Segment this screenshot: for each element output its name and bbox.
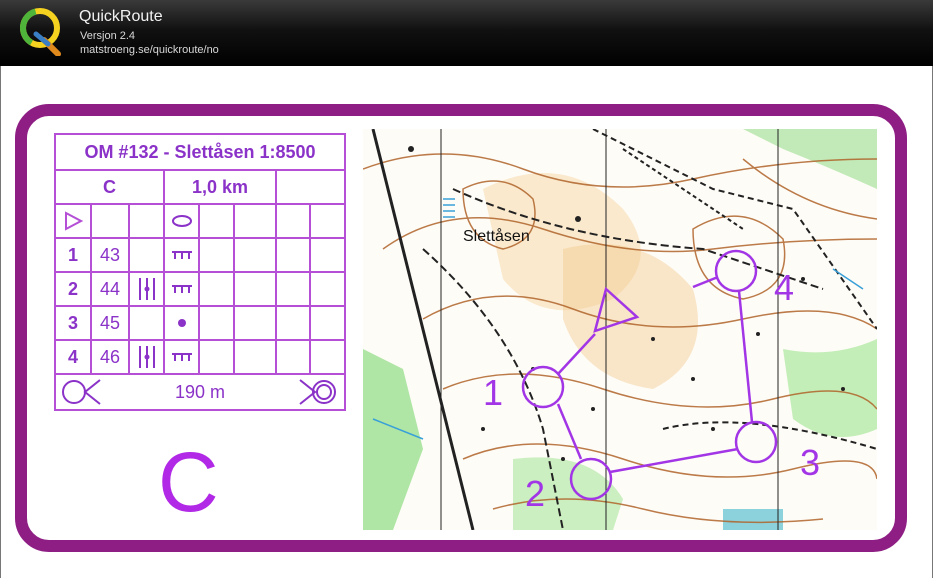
- control-label-2: 2: [525, 473, 545, 514]
- map-place-name: Slettåsen: [463, 227, 530, 245]
- class-row: C 1,0 km: [56, 171, 344, 205]
- finish-end-icon: [299, 379, 336, 405]
- quickroute-logo-icon: [20, 8, 61, 56]
- control-label-3: 3: [800, 442, 820, 483]
- orienteering-map[interactable]: Slettåsen 1 2 3 4: [363, 129, 877, 530]
- control-code: 46: [92, 341, 130, 373]
- start-row: [56, 205, 344, 239]
- between-features-icon: [138, 278, 155, 300]
- control-circle-4: [714, 249, 758, 293]
- app-url[interactable]: matstroeng.se/quickroute/no: [80, 44, 219, 56]
- event-title: OM #132 - Slettåsen 1:8500: [84, 141, 316, 162]
- comb-icon: [171, 353, 192, 361]
- control-code: 43: [92, 239, 130, 271]
- control-number: 4: [56, 341, 92, 373]
- ellipse-feature-icon: [171, 215, 192, 227]
- title-bar: QuickRoute Versjon 2.4 matstroeng.se/qui…: [0, 0, 933, 66]
- control-number: 2: [56, 273, 92, 305]
- app-title: QuickRoute: [79, 8, 163, 25]
- class-name: C: [56, 171, 165, 203]
- finish-distance: 190 m: [174, 381, 226, 402]
- between-features-icon: [138, 346, 155, 368]
- class-letter-large: C: [158, 435, 219, 529]
- control-row: 1 43: [56, 239, 344, 273]
- description-title-row: OM #132 - Slettåsen 1:8500: [56, 135, 344, 171]
- control-circle-3: [734, 420, 778, 464]
- control-row: 2 44: [56, 273, 344, 307]
- control-circle-1: [521, 365, 565, 409]
- control-label-1: 1: [483, 372, 503, 413]
- finish-row: 190 m: [56, 375, 344, 409]
- comb-icon: [171, 285, 192, 293]
- control-label-4: 4: [774, 267, 794, 308]
- start-cell: [56, 205, 92, 237]
- course-length: 1,0 km: [165, 171, 277, 203]
- comb-icon: [171, 251, 192, 259]
- control-description-sheet: OM #132 - Slettåsen 1:8500 C 1,0 km 1 43…: [54, 133, 346, 411]
- control-number: 3: [56, 307, 92, 339]
- control-code: 44: [92, 273, 130, 305]
- map-graphics: Slettåsen 1 2 3 4: [363, 129, 877, 530]
- control-row: 4 46: [56, 341, 344, 375]
- empty-cell: [277, 171, 344, 203]
- control-number: 1: [56, 239, 92, 271]
- finish-start-icon: [62, 379, 101, 405]
- app-version: Versjon 2.4: [80, 30, 136, 42]
- control-row: 3 45: [56, 307, 344, 341]
- control-code: 45: [92, 307, 130, 339]
- dot-icon: [177, 319, 186, 327]
- start-triangle-icon: [65, 211, 83, 231]
